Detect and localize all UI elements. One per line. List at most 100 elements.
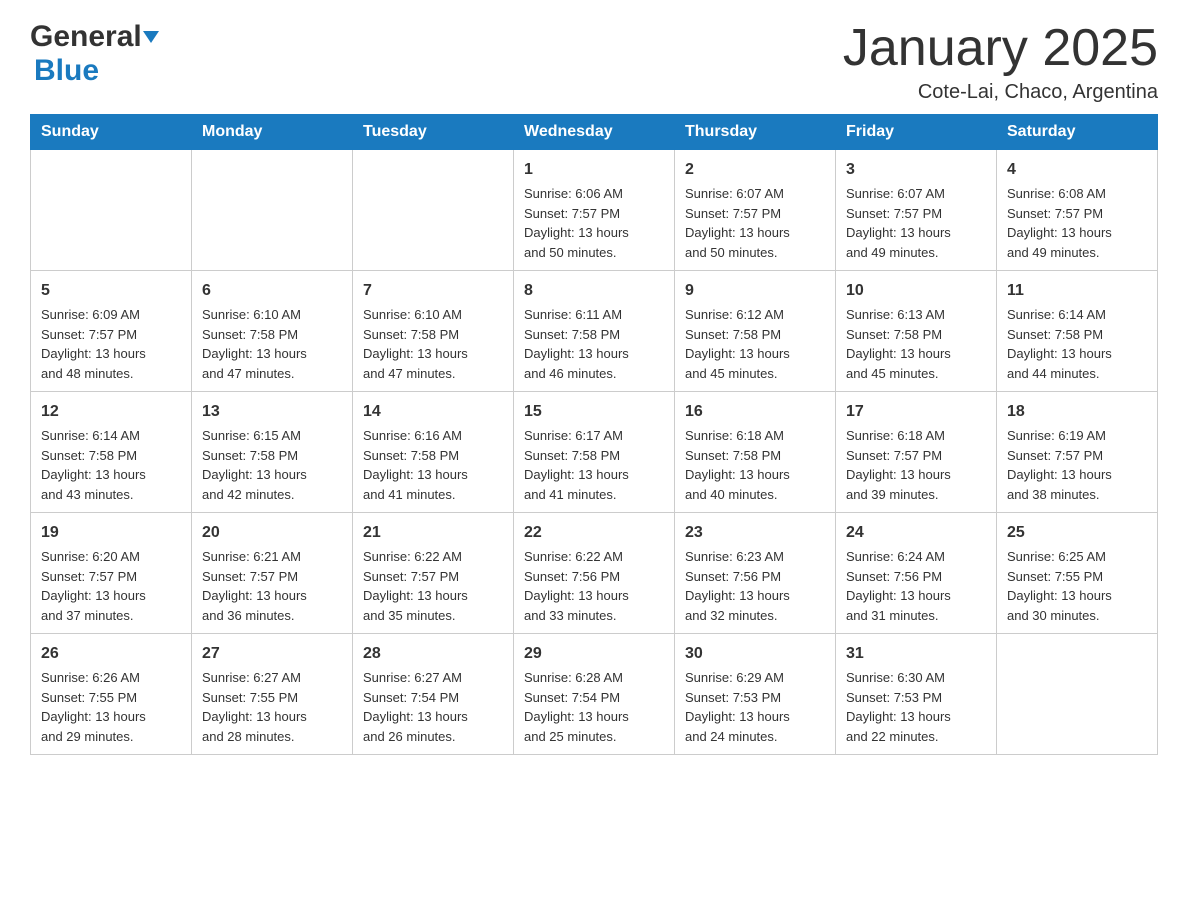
calendar-cell: 23Sunrise: 6:23 AM Sunset: 7:56 PM Dayli… [675, 513, 836, 634]
calendar-header: SundayMondayTuesdayWednesdayThursdayFrid… [31, 115, 1158, 150]
header-day-saturday: Saturday [997, 115, 1158, 150]
cell-date: 28 [363, 642, 503, 666]
calendar-cell: 16Sunrise: 6:18 AM Sunset: 7:58 PM Dayli… [675, 392, 836, 513]
cell-date: 27 [202, 642, 342, 666]
title-section: January 2025 Cote-Lai, Chaco, Argentina [843, 20, 1158, 104]
calendar-cell: 8Sunrise: 6:11 AM Sunset: 7:58 PM Daylig… [514, 271, 675, 392]
calendar-cell: 13Sunrise: 6:15 AM Sunset: 7:58 PM Dayli… [192, 392, 353, 513]
cell-date: 24 [846, 521, 986, 545]
cell-info: Sunrise: 6:26 AM Sunset: 7:55 PM Dayligh… [41, 668, 181, 746]
calendar-cell: 12Sunrise: 6:14 AM Sunset: 7:58 PM Dayli… [31, 392, 192, 513]
cell-date: 22 [524, 521, 664, 545]
cell-info: Sunrise: 6:08 AM Sunset: 7:57 PM Dayligh… [1007, 184, 1147, 262]
calendar-cell: 24Sunrise: 6:24 AM Sunset: 7:56 PM Dayli… [836, 513, 997, 634]
cell-info: Sunrise: 6:18 AM Sunset: 7:58 PM Dayligh… [685, 426, 825, 504]
cell-date: 4 [1007, 158, 1147, 182]
logo-arrow-icon [143, 31, 159, 43]
cell-info: Sunrise: 6:11 AM Sunset: 7:58 PM Dayligh… [524, 305, 664, 383]
cell-date: 23 [685, 521, 825, 545]
cell-date: 6 [202, 279, 342, 303]
cell-info: Sunrise: 6:28 AM Sunset: 7:54 PM Dayligh… [524, 668, 664, 746]
cell-info: Sunrise: 6:19 AM Sunset: 7:57 PM Dayligh… [1007, 426, 1147, 504]
calendar-cell [31, 150, 192, 271]
cell-info: Sunrise: 6:25 AM Sunset: 7:55 PM Dayligh… [1007, 547, 1147, 625]
header-day-friday: Friday [836, 115, 997, 150]
calendar-cell: 17Sunrise: 6:18 AM Sunset: 7:57 PM Dayli… [836, 392, 997, 513]
cell-date: 8 [524, 279, 664, 303]
cell-date: 11 [1007, 279, 1147, 303]
cell-date: 21 [363, 521, 503, 545]
logo-blue-text: Blue [34, 54, 99, 87]
calendar-cell: 29Sunrise: 6:28 AM Sunset: 7:54 PM Dayli… [514, 634, 675, 755]
cell-date: 7 [363, 279, 503, 303]
cell-date: 15 [524, 400, 664, 424]
cell-info: Sunrise: 6:23 AM Sunset: 7:56 PM Dayligh… [685, 547, 825, 625]
week-row-1: 1Sunrise: 6:06 AM Sunset: 7:57 PM Daylig… [31, 150, 1158, 271]
calendar-cell: 22Sunrise: 6:22 AM Sunset: 7:56 PM Dayli… [514, 513, 675, 634]
cell-date: 5 [41, 279, 181, 303]
cell-date: 17 [846, 400, 986, 424]
week-row-4: 19Sunrise: 6:20 AM Sunset: 7:57 PM Dayli… [31, 513, 1158, 634]
cell-info: Sunrise: 6:12 AM Sunset: 7:58 PM Dayligh… [685, 305, 825, 383]
calendar-cell: 2Sunrise: 6:07 AM Sunset: 7:57 PM Daylig… [675, 150, 836, 271]
cell-info: Sunrise: 6:07 AM Sunset: 7:57 PM Dayligh… [685, 184, 825, 262]
cell-date: 29 [524, 642, 664, 666]
calendar-cell: 9Sunrise: 6:12 AM Sunset: 7:58 PM Daylig… [675, 271, 836, 392]
calendar-table: SundayMondayTuesdayWednesdayThursdayFrid… [30, 114, 1158, 755]
calendar-cell [997, 634, 1158, 755]
cell-date: 13 [202, 400, 342, 424]
cell-info: Sunrise: 6:16 AM Sunset: 7:58 PM Dayligh… [363, 426, 503, 504]
cell-info: Sunrise: 6:15 AM Sunset: 7:58 PM Dayligh… [202, 426, 342, 504]
cell-date: 19 [41, 521, 181, 545]
calendar-cell: 1Sunrise: 6:06 AM Sunset: 7:57 PM Daylig… [514, 150, 675, 271]
header-day-thursday: Thursday [675, 115, 836, 150]
week-row-5: 26Sunrise: 6:26 AM Sunset: 7:55 PM Dayli… [31, 634, 1158, 755]
calendar-cell: 14Sunrise: 6:16 AM Sunset: 7:58 PM Dayli… [353, 392, 514, 513]
calendar-cell: 28Sunrise: 6:27 AM Sunset: 7:54 PM Dayli… [353, 634, 514, 755]
calendar-subtitle: Cote-Lai, Chaco, Argentina [843, 81, 1158, 104]
calendar-title: January 2025 [843, 20, 1158, 77]
cell-date: 3 [846, 158, 986, 182]
cell-info: Sunrise: 6:22 AM Sunset: 7:56 PM Dayligh… [524, 547, 664, 625]
week-row-2: 5Sunrise: 6:09 AM Sunset: 7:57 PM Daylig… [31, 271, 1158, 392]
calendar-cell: 15Sunrise: 6:17 AM Sunset: 7:58 PM Dayli… [514, 392, 675, 513]
cell-info: Sunrise: 6:06 AM Sunset: 7:57 PM Dayligh… [524, 184, 664, 262]
cell-date: 20 [202, 521, 342, 545]
cell-info: Sunrise: 6:29 AM Sunset: 7:53 PM Dayligh… [685, 668, 825, 746]
header-row: SundayMondayTuesdayWednesdayThursdayFrid… [31, 115, 1158, 150]
page-header: General Blue January 2025 Cote-Lai, Chac… [30, 20, 1158, 104]
cell-date: 9 [685, 279, 825, 303]
calendar-cell: 3Sunrise: 6:07 AM Sunset: 7:57 PM Daylig… [836, 150, 997, 271]
calendar-cell: 27Sunrise: 6:27 AM Sunset: 7:55 PM Dayli… [192, 634, 353, 755]
calendar-cell: 31Sunrise: 6:30 AM Sunset: 7:53 PM Dayli… [836, 634, 997, 755]
calendar-cell: 19Sunrise: 6:20 AM Sunset: 7:57 PM Dayli… [31, 513, 192, 634]
calendar-cell: 6Sunrise: 6:10 AM Sunset: 7:58 PM Daylig… [192, 271, 353, 392]
calendar-body: 1Sunrise: 6:06 AM Sunset: 7:57 PM Daylig… [31, 150, 1158, 755]
calendar-cell: 7Sunrise: 6:10 AM Sunset: 7:58 PM Daylig… [353, 271, 514, 392]
header-day-wednesday: Wednesday [514, 115, 675, 150]
calendar-cell: 20Sunrise: 6:21 AM Sunset: 7:57 PM Dayli… [192, 513, 353, 634]
cell-info: Sunrise: 6:24 AM Sunset: 7:56 PM Dayligh… [846, 547, 986, 625]
cell-info: Sunrise: 6:14 AM Sunset: 7:58 PM Dayligh… [41, 426, 181, 504]
week-row-3: 12Sunrise: 6:14 AM Sunset: 7:58 PM Dayli… [31, 392, 1158, 513]
cell-info: Sunrise: 6:18 AM Sunset: 7:57 PM Dayligh… [846, 426, 986, 504]
cell-date: 26 [41, 642, 181, 666]
cell-info: Sunrise: 6:09 AM Sunset: 7:57 PM Dayligh… [41, 305, 181, 383]
cell-info: Sunrise: 6:10 AM Sunset: 7:58 PM Dayligh… [202, 305, 342, 383]
cell-date: 31 [846, 642, 986, 666]
calendar-cell: 26Sunrise: 6:26 AM Sunset: 7:55 PM Dayli… [31, 634, 192, 755]
cell-info: Sunrise: 6:14 AM Sunset: 7:58 PM Dayligh… [1007, 305, 1147, 383]
calendar-cell: 21Sunrise: 6:22 AM Sunset: 7:57 PM Dayli… [353, 513, 514, 634]
cell-date: 12 [41, 400, 181, 424]
cell-info: Sunrise: 6:17 AM Sunset: 7:58 PM Dayligh… [524, 426, 664, 504]
calendar-cell [353, 150, 514, 271]
cell-date: 25 [1007, 521, 1147, 545]
cell-date: 16 [685, 400, 825, 424]
calendar-cell: 25Sunrise: 6:25 AM Sunset: 7:55 PM Dayli… [997, 513, 1158, 634]
calendar-cell: 18Sunrise: 6:19 AM Sunset: 7:57 PM Dayli… [997, 392, 1158, 513]
cell-info: Sunrise: 6:10 AM Sunset: 7:58 PM Dayligh… [363, 305, 503, 383]
calendar-cell: 11Sunrise: 6:14 AM Sunset: 7:58 PM Dayli… [997, 271, 1158, 392]
calendar-cell [192, 150, 353, 271]
cell-date: 14 [363, 400, 503, 424]
logo-general-text: General [30, 20, 142, 54]
